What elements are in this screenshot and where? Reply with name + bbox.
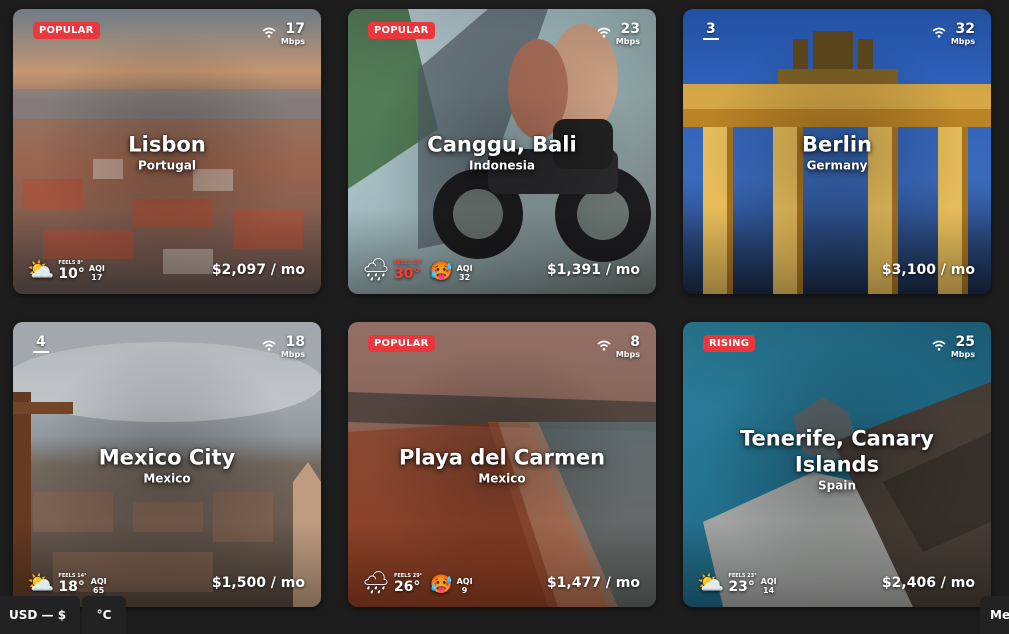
temperature-unit-button[interactable]: °C (82, 596, 126, 634)
wifi-speed: 23 Mbps (597, 21, 640, 46)
wifi-unit: Mbps (950, 350, 975, 359)
country-name: Mexico (478, 471, 526, 485)
wifi-unit: Mbps (615, 350, 640, 359)
temperature: 26° (393, 579, 421, 595)
wifi-value: 25 (955, 334, 975, 350)
currency-label: USD — $ (9, 608, 67, 622)
aqi-label: AQI (90, 577, 107, 586)
temperature: 10° (58, 266, 85, 282)
temperature: 30° (393, 266, 421, 282)
aqi-label: AQI (456, 264, 473, 273)
city-card-playa-del-carmen[interactable]: POPULAR 8 Mbps Playa del Carmen Mexico 🌧 … (348, 322, 656, 607)
wifi-icon (597, 340, 611, 351)
aqi-label: AQI (456, 577, 473, 586)
country-name: Portugal (137, 158, 197, 172)
country-name: Germany (806, 158, 868, 172)
cloud-sun-icon: ⛅ (697, 571, 725, 596)
country-name: Indonesia (469, 158, 535, 172)
weather-info: 🌧 FEELS 37° 30° 🥵 AQI 32 (362, 258, 473, 283)
monthly-cost: $3,100 / mo (881, 262, 975, 278)
city-name: Lisbon (128, 132, 206, 156)
status-badge: RISING (703, 335, 756, 352)
cloud-sun-icon: ⛅ (27, 571, 55, 596)
wifi-speed: 25 Mbps (932, 334, 975, 359)
wifi-value: 8 (630, 334, 640, 350)
menu-button[interactable]: Me (980, 596, 1009, 634)
card-title: Lisbon Portugal (13, 131, 321, 172)
wifi-unit: Mbps (280, 37, 305, 46)
city-name: Tenerife, Canary Islands (740, 426, 934, 477)
aqi-value: 17 (91, 273, 103, 282)
wifi-speed: 18 Mbps (262, 334, 305, 359)
weather-info: ⛅ FEELS 8° 10° AQI 17 (27, 258, 105, 283)
wifi-icon (932, 27, 946, 38)
city-card-berlin[interactable]: 3 32 Mbps Berlin Germany $3,100 / mo (683, 9, 991, 294)
wifi-speed: 32 Mbps (932, 21, 975, 46)
wifi-icon (597, 27, 611, 38)
aqi-value: 9 (461, 586, 468, 595)
wifi-icon (262, 27, 276, 38)
city-name: Berlin (802, 132, 872, 156)
wifi-value: 18 (285, 334, 305, 350)
card-title: Playa del Carmen Mexico (348, 444, 656, 485)
wifi-icon (932, 340, 946, 351)
city-card-lisbon[interactable]: POPULAR 17 Mbps Lisbon Portugal ⛅ FEELS 8… (13, 9, 321, 294)
rank-number: 3 (703, 21, 719, 40)
wifi-speed: 8 Mbps (597, 334, 640, 359)
city-name: Canggu, Bali (427, 132, 577, 156)
card-title: Berlin Germany (683, 131, 991, 172)
monthly-cost: $1,477 / mo (546, 575, 640, 591)
status-badge: POPULAR (368, 335, 435, 352)
monthly-cost: $1,391 / mo (546, 262, 640, 278)
aqi-value: 14 (763, 586, 775, 595)
weather-info: ⛅ FEELS 23° 23° AQI 14 (697, 571, 777, 596)
wifi-unit: Mbps (950, 37, 975, 46)
wifi-unit: Mbps (280, 350, 305, 359)
weather-info: ⛅ FEELS 14° 18° AQI 65 (27, 571, 107, 596)
city-name: Playa del Carmen (398, 445, 606, 469)
city-name: Mexico City (98, 445, 236, 469)
temperature-unit-label: °C (96, 608, 112, 622)
card-title: Mexico City Mexico (13, 444, 321, 485)
hot-face-icon: 🥵 (430, 574, 453, 595)
menu-label: Me (990, 608, 1009, 622)
wifi-value: 17 (285, 21, 305, 37)
card-title: Canggu, Bali Indonesia (348, 131, 656, 172)
country-name: Mexico (143, 471, 191, 485)
weather-info: 🌧 FEELS 29° 26° 🥵 AQI 9 (362, 571, 473, 596)
monthly-cost: $2,406 / mo (881, 575, 975, 591)
wifi-speed: 17 Mbps (262, 21, 305, 46)
cloud-sun-icon: ⛅ (27, 258, 55, 283)
wifi-value: 32 (955, 21, 975, 37)
currency-button[interactable]: USD — $ (0, 596, 80, 634)
aqi-label: AQI (88, 264, 105, 273)
temperature: 23° (728, 579, 755, 595)
hot-face-icon: 🥵 (430, 261, 453, 282)
rank-number: 4 (33, 334, 49, 353)
wifi-value: 23 (620, 21, 640, 37)
monthly-cost: $1,500 / mo (211, 575, 305, 591)
city-card-mexico-city[interactable]: 4 18 Mbps Mexico City Mexico ⛅ FEELS 14° 1… (13, 322, 321, 607)
aqi-value: 32 (459, 273, 471, 282)
card-title: Tenerife, Canary Islands Spain (683, 425, 991, 492)
status-badge: POPULAR (368, 22, 435, 39)
city-card-tenerife[interactable]: RISING 25 Mbps Tenerife, Canary Islands S… (683, 322, 991, 607)
rain-cloud-icon: 🌧 (362, 571, 390, 596)
aqi-label: AQI (760, 577, 777, 586)
monthly-cost: $2,097 / mo (211, 262, 305, 278)
country-name: Spain (818, 478, 856, 493)
wifi-unit: Mbps (615, 37, 640, 46)
aqi-value: 65 (93, 586, 105, 595)
status-badge: POPULAR (33, 22, 100, 39)
wifi-icon (262, 340, 276, 351)
temperature: 18° (58, 579, 85, 595)
rain-cloud-icon: 🌧 (362, 258, 390, 283)
city-card-canggu[interactable]: POPULAR 23 Mbps Canggu, Bali Indonesia 🌧 … (348, 9, 656, 294)
